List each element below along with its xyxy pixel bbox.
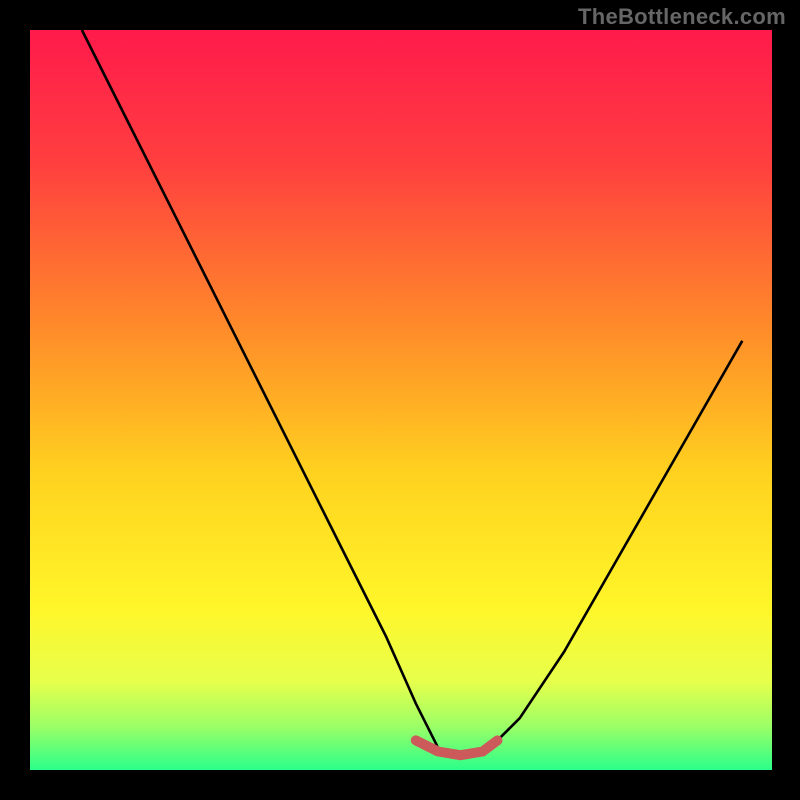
chart-stage: TheBottleneck.com: [0, 0, 800, 800]
watermark-text: TheBottleneck.com: [578, 4, 786, 30]
bottleneck-chart: [0, 0, 800, 800]
plot-background: [30, 30, 772, 770]
